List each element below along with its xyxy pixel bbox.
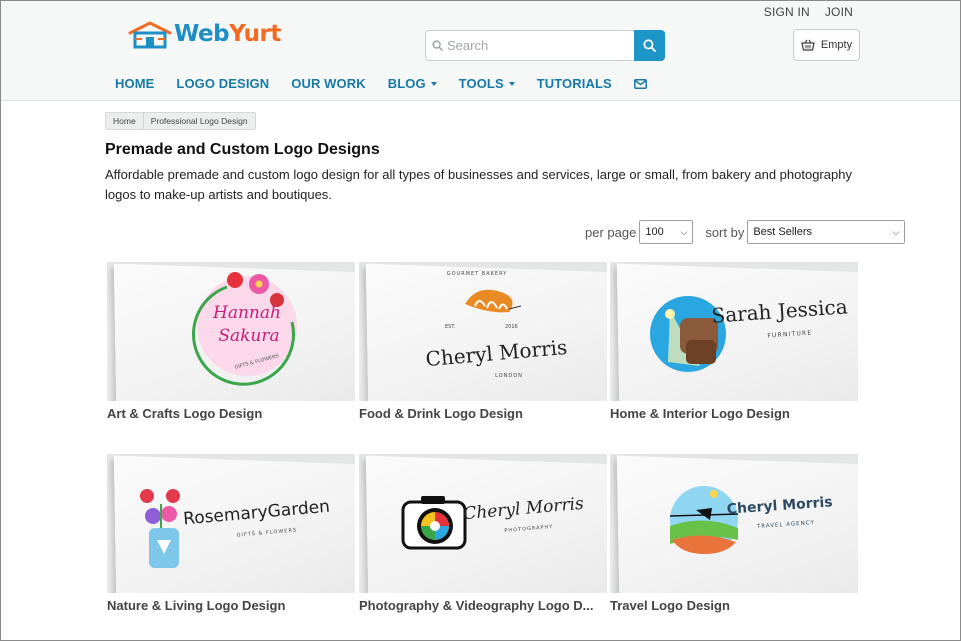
nav-tools-dropdown[interactable]: TOOLS — [459, 76, 515, 91]
cheryl-morris-travel-logo: Cheryl Morris TRAVEL AGENCY — [669, 486, 833, 554]
category-title[interactable]: Food & Drink Logo Design — [359, 406, 607, 421]
sort-by-value: Best Sellers — [753, 226, 813, 238]
category-card-travel[interactable]: Cheryl Morris TRAVEL AGENCY Travel Logo … — [610, 454, 858, 613]
category-title[interactable]: Home & Interior Logo Design — [610, 406, 858, 421]
category-thumbnail[interactable]: Hannah Sakura GIFTS & FLOWERS — [107, 262, 355, 401]
chevron-down-icon — [508, 81, 515, 86]
nav-our-work-label: OUR WORK — [291, 76, 366, 91]
envelope-icon — [633, 78, 647, 89]
account-links: SIGN IN JOIN — [764, 5, 853, 19]
nav-home-label: HOME — [115, 76, 155, 91]
hannah-sakura-logo: Hannah Sakura GIFTS & FLOWERS — [192, 272, 297, 386]
chevron-down-icon — [430, 81, 437, 86]
category-card-food-drink[interactable]: GOURMET BAKERY EST. 2016 Cheryl Morris L… — [359, 262, 607, 421]
per-page-label: per page — [585, 224, 637, 240]
cheryl-morris-bakery-logo: GOURMET BAKERY EST. 2016 Cheryl Morris L… — [425, 271, 568, 379]
category-thumbnail[interactable]: Sarah Jessica FURNITURE — [610, 262, 858, 401]
sort-by-select[interactable]: Best Sellers ⌵ — [747, 220, 906, 244]
nav-tools-label: TOOLS — [458, 76, 504, 91]
logo-text-1: Sarah Jessica — [711, 294, 849, 327]
brand-name-yurt: Yurt — [229, 21, 281, 47]
category-thumbnail[interactable]: GOURMET BAKERY EST. 2016 Cheryl Morris L… — [359, 262, 607, 401]
brand-name: WebYurt — [174, 21, 281, 47]
rosemary-garden-logo: RosemaryGarden GIFTS & FLOWERS — [140, 489, 331, 568]
logo-text-3: 2016 — [505, 324, 518, 330]
logo-text-2: FURNITURE — [767, 329, 812, 339]
nav-blog-label: BLOG — [387, 76, 426, 91]
chevron-down-icon: ⌵ — [680, 226, 688, 237]
category-card-home-interior[interactable]: Sarah Jessica FURNITURE Home & Interior … — [610, 262, 858, 421]
page-title: Premade and Custom Logo Designs — [105, 141, 380, 158]
logo-text-2: TRAVEL AGENCY — [756, 520, 815, 530]
main-nav: HOME LOGO DESIGN OUR WORK BLOG TOOLS TUT… — [115, 76, 669, 91]
per-page-value: 100 — [645, 226, 664, 238]
search-button[interactable] — [634, 30, 665, 61]
cart-button[interactable]: Empty — [793, 29, 860, 61]
site-header: WebYurt SIGN IN JOIN Search Empty HOME L… — [1, 1, 960, 101]
logo-text-1: GOURMET BAKERY — [447, 271, 508, 277]
logo-text-2: GIFTS & FLOWERS — [236, 527, 297, 538]
logo-text-5: LONDON — [495, 373, 523, 379]
join-link[interactable]: JOIN — [825, 5, 853, 19]
breadcrumb-home[interactable]: Home — [106, 113, 143, 129]
category-card-photography[interactable]: Cheryl Morris PHOTOGRAPHY Photography & … — [359, 454, 607, 613]
logo-text-2: Sakura — [218, 326, 279, 346]
logo-text-4: Cheryl Morris — [425, 335, 568, 371]
per-page-select[interactable]: 100 ⌵ — [639, 220, 694, 244]
sort-by-label: sort by — [705, 224, 745, 240]
cart-label: Empty — [820, 39, 853, 51]
sarah-jessica-logo: Sarah Jessica FURNITURE — [650, 294, 849, 372]
category-title[interactable]: Photography & Videography Logo D... — [359, 598, 607, 613]
category-title[interactable]: Travel Logo Design — [610, 598, 858, 613]
basket-icon — [801, 39, 815, 51]
logo-text-1: Cheryl Morris — [726, 494, 833, 517]
category-card-nature-living[interactable]: RosemaryGarden GIFTS & FLOWERS Nature & … — [107, 454, 355, 613]
search-icon — [643, 39, 656, 52]
category-card-art-crafts[interactable]: Hannah Sakura GIFTS & FLOWERS Art & Craf… — [107, 262, 355, 421]
chevron-down-icon: ⌵ — [892, 226, 900, 237]
category-title[interactable]: Nature & Living Logo Design — [107, 598, 355, 613]
logo-text-1: Hannah — [212, 303, 281, 323]
breadcrumb: Home Professional Logo Design — [105, 112, 256, 130]
search-input[interactable]: Search — [425, 30, 634, 61]
logo-text-1: Cheryl Morris — [463, 494, 585, 524]
magnifier-icon — [432, 40, 443, 51]
page-intro: Affordable premade and custom logo desig… — [105, 167, 852, 202]
listing-controls: per page 100 ⌵ sort by Best Sellers ⌵ — [585, 220, 906, 244]
search-bar: Search — [425, 30, 665, 61]
logo-text-2: EST. — [445, 324, 456, 330]
category-thumbnail[interactable]: Cheryl Morris TRAVEL AGENCY — [610, 454, 858, 593]
logo-text-1: RosemaryGarden — [182, 497, 330, 530]
logo-text-2: PHOTOGRAPHY — [504, 524, 553, 534]
nav-logo-design-label: LOGO DESIGN — [176, 76, 270, 91]
search-placeholder: Search — [447, 38, 489, 53]
category-title[interactable]: Art & Crafts Logo Design — [107, 406, 355, 421]
nav-contact[interactable] — [633, 78, 647, 89]
category-thumbnail[interactable]: Cheryl Morris PHOTOGRAPHY — [359, 454, 607, 593]
nav-our-work[interactable]: OUR WORK — [291, 76, 365, 91]
nav-logo-design[interactable]: LOGO DESIGN — [176, 76, 269, 91]
category-thumbnail[interactable]: RosemaryGarden GIFTS & FLOWERS — [107, 454, 355, 593]
webyurt-logo[interactable]: WebYurt — [128, 17, 281, 51]
yurt-icon — [128, 21, 172, 49]
cheryl-morris-photography-logo: Cheryl Morris PHOTOGRAPHY — [401, 494, 585, 550]
nav-blog-dropdown[interactable]: BLOG — [388, 76, 437, 91]
sign-in-link[interactable]: SIGN IN — [764, 5, 810, 19]
nav-tutorials[interactable]: TUTORIALS — [537, 76, 612, 91]
brand-name-web: Web — [174, 21, 230, 47]
nav-tutorials-label: TUTORIALS — [536, 76, 612, 91]
nav-home[interactable]: HOME — [115, 76, 154, 91]
breadcrumb-current: Professional Logo Design — [142, 113, 255, 129]
